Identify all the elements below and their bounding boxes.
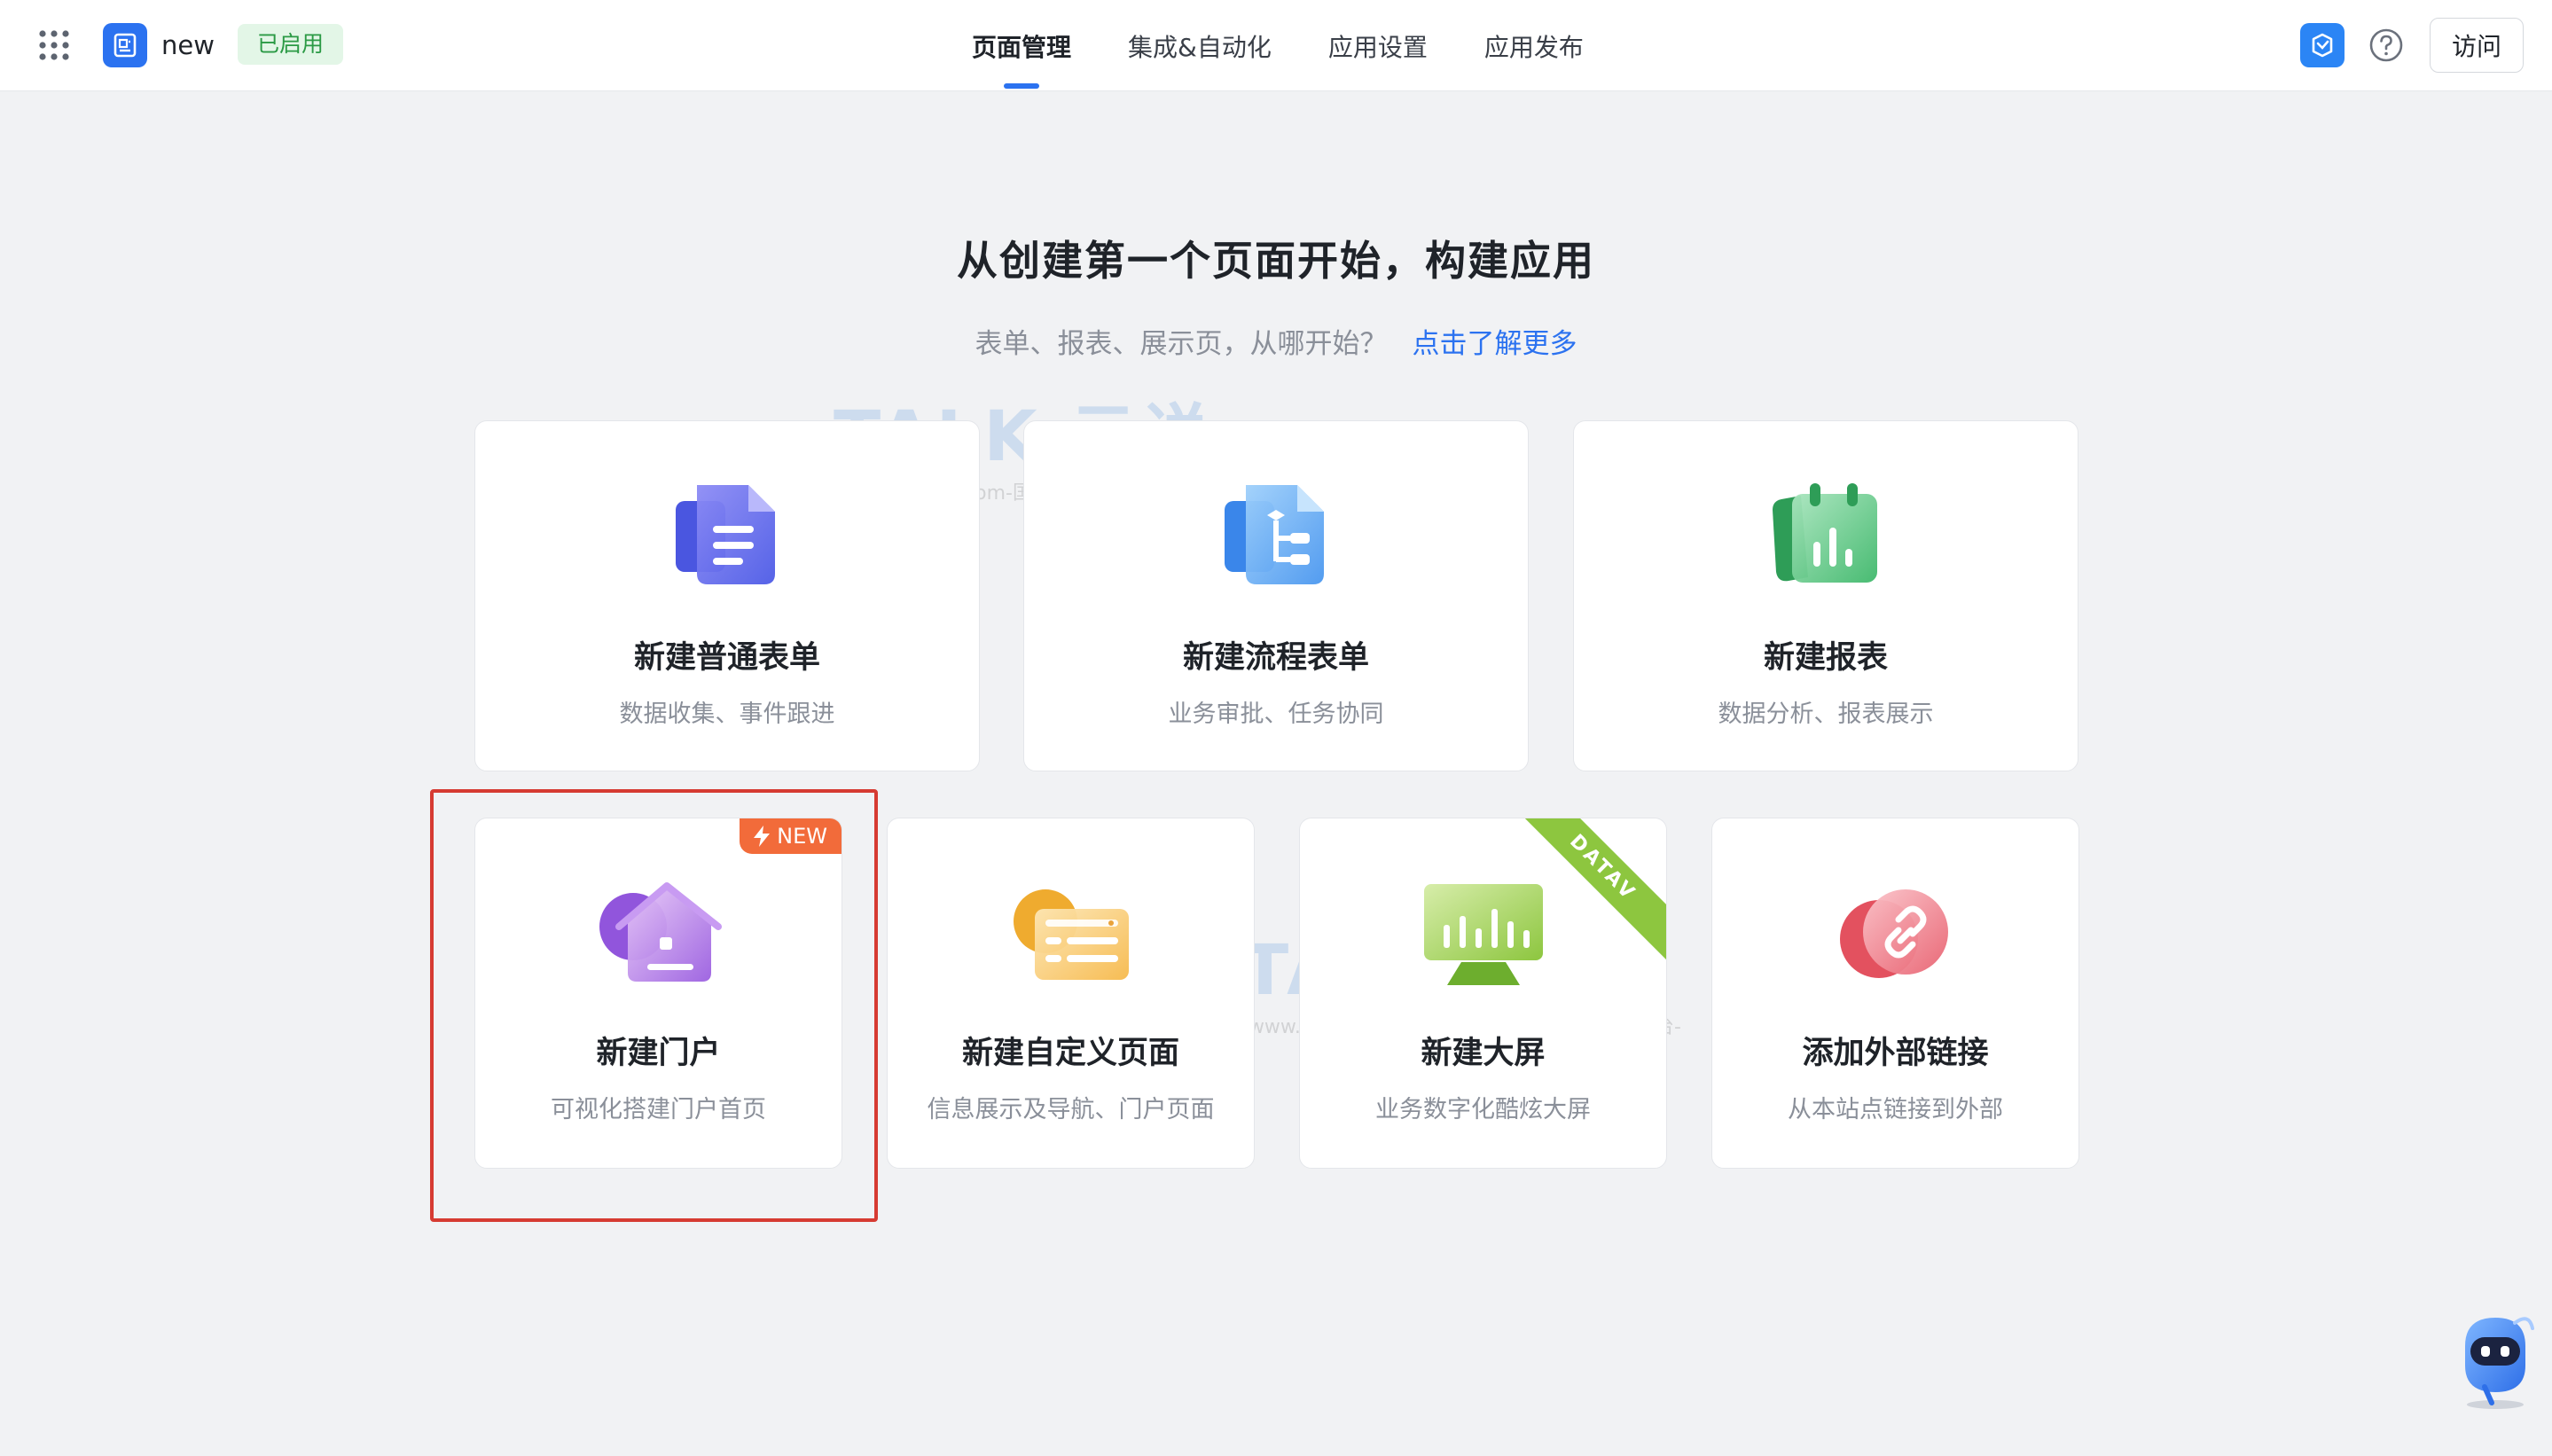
- card-desc: 信息展示及导航、门户页面: [927, 1096, 1215, 1123]
- tab-page-management[interactable]: 页面管理: [943, 0, 1100, 90]
- brand-icon[interactable]: [2300, 23, 2345, 67]
- custom-page-icon: [1013, 889, 1129, 980]
- visit-button[interactable]: 访问: [2430, 18, 2524, 73]
- card-new-big-screen[interactable]: DATAV 新建大屏 业务数字化酷炫大屏: [1299, 818, 1667, 1169]
- card-add-external-link[interactable]: 添加外部链接 从本站点链接到外部: [1711, 818, 2079, 1169]
- card-desc: 从本站点链接到外部: [1788, 1096, 2003, 1123]
- lightning-icon: [754, 826, 771, 847]
- flow-form-icon: [1225, 485, 1324, 584]
- status-badge: 已启用: [238, 24, 344, 65]
- form-icon: [676, 485, 775, 584]
- card-title: 新建自定义页面: [961, 1036, 1179, 1071]
- card-new-form[interactable]: 新建普通表单 数据收集、事件跟进: [474, 420, 980, 771]
- card-desc: 数据收集、事件跟进: [619, 701, 835, 728]
- link-icon: [1839, 889, 1948, 978]
- card-title: 新建门户: [596, 1036, 721, 1071]
- learn-more-link[interactable]: 点击了解更多: [1413, 328, 1577, 360]
- tab-app-settings[interactable]: 应用设置: [1300, 0, 1456, 90]
- big-screen-icon: [1423, 884, 1543, 985]
- card-new-flow-form[interactable]: 新建流程表单 业务审批、任务协同: [1023, 420, 1529, 771]
- card-title: 新建报表: [1763, 640, 1888, 676]
- card-new-portal[interactable]: NEW 新建门户 可视化搭建门户首页: [474, 818, 842, 1169]
- page-title: 从创建第一个页面开始，构建应用: [957, 237, 1595, 285]
- tab-app-publish[interactable]: 应用发布: [1456, 0, 1612, 90]
- page-subtitle: 表单、报表、展示页，从哪开始？ 点击了解更多: [0, 321, 2552, 361]
- report-icon: [1773, 483, 1877, 583]
- grid-icon[interactable]: [37, 28, 71, 62]
- card-title: 新建普通表单: [633, 640, 820, 676]
- card-desc: 业务数字化酷炫大屏: [1375, 1096, 1591, 1123]
- card-desc: 数据分析、报表展示: [1718, 701, 1934, 728]
- app-form-icon[interactable]: [103, 23, 147, 67]
- help-icon[interactable]: [2368, 27, 2405, 64]
- card-desc: 业务审批、任务协同: [1168, 701, 1384, 728]
- top-bar: new 已启用 页面管理 集成&自动化 应用设置 应用发布 访问: [0, 0, 2552, 91]
- assistant-robot-icon[interactable]: [2453, 1311, 2538, 1410]
- card-title: 新建大屏: [1421, 1036, 1546, 1071]
- main-nav: 页面管理 集成&自动化 应用设置 应用发布: [943, 0, 1612, 90]
- portal-icon: [599, 882, 722, 982]
- card-new-report[interactable]: 新建报表 数据分析、报表展示: [1573, 420, 2078, 771]
- card-desc: 可视化搭建门户首页: [551, 1096, 766, 1123]
- subtitle-text: 表单、报表、展示页，从哪开始？: [975, 328, 1388, 360]
- tab-integration-automation[interactable]: 集成&自动化: [1100, 0, 1300, 90]
- card-title: 新建流程表单: [1182, 640, 1369, 676]
- card-new-custom-page[interactable]: 新建自定义页面 信息展示及导航、门户页面: [887, 818, 1255, 1169]
- new-badge: NEW: [740, 818, 842, 854]
- app-name[interactable]: new: [161, 27, 215, 64]
- card-title: 添加外部链接: [1802, 1036, 1989, 1071]
